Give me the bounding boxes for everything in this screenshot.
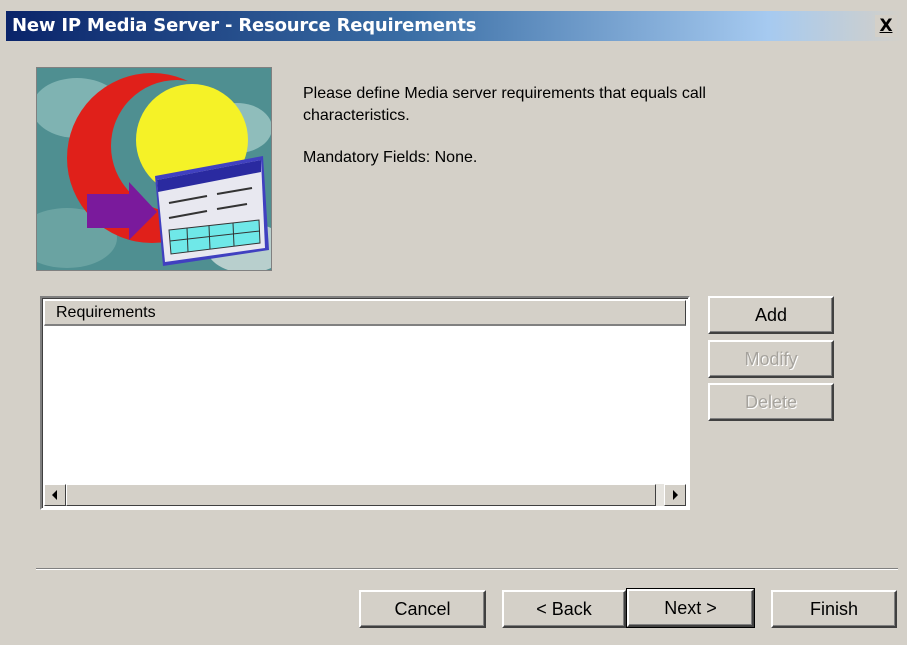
close-icon[interactable]: X — [875, 15, 897, 37]
title-bar: New IP Media Server - Resource Requireme… — [6, 11, 903, 41]
add-button[interactable]: Add — [708, 296, 834, 334]
delete-button[interactable]: Delete — [708, 383, 834, 421]
cancel-button[interactable]: Cancel — [359, 590, 486, 628]
mandatory-fields-text: Mandatory Fields: None. — [303, 149, 478, 166]
footer-separator — [36, 568, 898, 570]
triangle-right-icon — [673, 490, 678, 500]
wizard-illustration-image — [17, 67, 287, 273]
horizontal-scrollbar[interactable] — [44, 484, 686, 506]
intro-text: Please define Media server requirements … — [303, 85, 706, 124]
scroll-thumb[interactable] — [66, 484, 656, 506]
triangle-left-icon — [52, 490, 57, 500]
window-title: New IP Media Server - Resource Requireme… — [12, 15, 477, 36]
requirements-column-header[interactable]: Requirements — [44, 300, 686, 326]
modify-button[interactable]: Modify — [708, 340, 834, 378]
requirements-list[interactable]: Requirements — [40, 296, 690, 510]
finish-button[interactable]: Finish — [771, 590, 897, 628]
next-button[interactable]: Next > — [626, 588, 755, 628]
back-button[interactable]: < Back — [502, 590, 626, 628]
scroll-left-button[interactable] — [44, 484, 66, 506]
scroll-right-button[interactable] — [664, 484, 686, 506]
